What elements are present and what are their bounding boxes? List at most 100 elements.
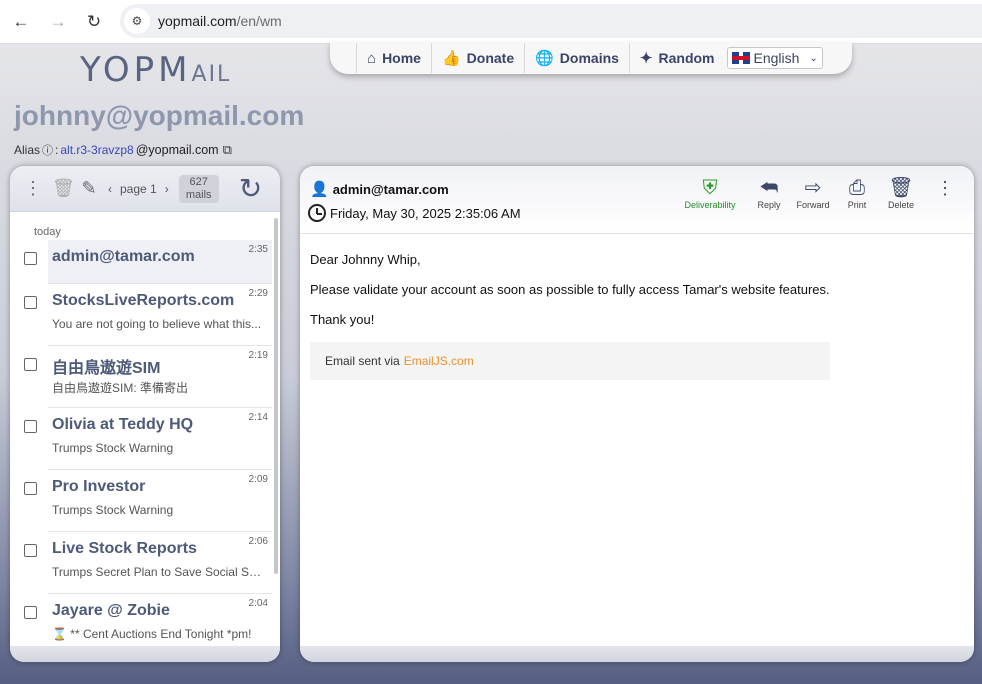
arrow-left-icon: ← (12, 12, 30, 31)
item-sender: Olivia at Teddy HQ (52, 416, 194, 433)
nav-random[interactable]: ✦ Random (628, 43, 725, 73)
mailbox-address: johnny@yopmail.com (14, 100, 305, 131)
email-footer-box: Email sent via EmailJS.com (310, 342, 830, 380)
select-checkbox[interactable] (24, 482, 37, 495)
alias-domain: @yopmail.com (135, 143, 219, 157)
back-button[interactable]: ← (8, 9, 34, 35)
inbox-scrollbar[interactable] (274, 218, 278, 574)
mail-actions: ⛨ Deliverability ⮪ Reply ⇨ Forward ⎙ Pri… (682, 176, 964, 210)
deliverability-button[interactable]: ⛨ Deliverability (682, 176, 738, 210)
reply-label: Reply (757, 200, 781, 210)
mail-from-address: admin@tamar.com (332, 181, 449, 197)
reply-button[interactable]: ⮪ Reply (750, 176, 788, 210)
mail-view-panel: 👤 admin@tamar.com Friday, May 30, 2025 2… (300, 166, 974, 662)
url-text[interactable]: yopmail.com/en/wm (158, 13, 282, 29)
nav-domains[interactable]: 🌐 Domains (524, 43, 629, 73)
item-time: 2:19 (248, 350, 268, 361)
more-vertical-icon[interactable]: ⋮ (24, 178, 42, 199)
day-label: today (34, 226, 61, 238)
reload-button[interactable]: ↻ (81, 9, 107, 35)
mail-body: Dear Johnny Whip, Please validate your a… (300, 234, 974, 398)
select-checkbox[interactable] (24, 252, 37, 265)
forward-icon: ⇨ (804, 177, 822, 199)
inbox-item[interactable]: Live Stock Reports 2:06 Trumps Secret Pl… (24, 532, 272, 594)
shield-check-icon: ⛨ (702, 177, 718, 199)
select-checkbox[interactable] (24, 358, 37, 371)
alias-label: Alias (14, 143, 41, 157)
mail-count-badge: 627 mails (178, 174, 219, 203)
pager: ‹ page 1 › (108, 182, 169, 196)
copy-icon[interactable]: ⧉ (223, 142, 232, 158)
item-time: 2:06 (248, 536, 268, 547)
alias-value[interactable]: alt.r3-3ravzp8 (60, 143, 133, 157)
page-label: page 1 (120, 181, 157, 196)
nav-random-label: Random (658, 50, 715, 66)
magic-wand-icon: ✦ (639, 50, 653, 67)
reply-icon: ⮪ (759, 177, 779, 199)
forward-button[interactable]: → (45, 9, 71, 35)
site-settings-icon[interactable]: ⚙ (124, 8, 150, 34)
item-preview: Trumps Stock Warning (52, 503, 174, 517)
mail-count-unit: mails (185, 188, 212, 201)
delete-label: Delete (887, 200, 914, 210)
logo-text-small: AIL (191, 62, 232, 87)
yopmail-logo[interactable]: YOPMAIL (80, 50, 231, 90)
item-time: 2:35 (248, 244, 268, 255)
item-time: 2:09 (248, 474, 268, 485)
inbox-item[interactable]: StocksLiveReports.com 2:29 You are not g… (24, 284, 272, 346)
deliverability-label: Deliverability (684, 200, 736, 210)
uk-flag-icon (731, 52, 750, 64)
inbox-toolbar: ⋮ 🗑 ✎ ‹ page 1 › 627 mails ↻ (10, 166, 280, 212)
compose-pencil-icon[interactable]: ✎ (80, 178, 98, 199)
nav-donate-label: Donate (466, 50, 515, 66)
mail-footer (300, 646, 974, 662)
nav-donate[interactable]: 👍 Donate (430, 43, 524, 73)
item-sender: StocksLiveReports.com (52, 292, 235, 309)
url-host: yopmail.com (158, 13, 237, 29)
more-vertical-icon: ⋮ (936, 178, 954, 198)
select-checkbox[interactable] (24, 606, 37, 619)
nav-home[interactable]: ⌂ Home (356, 43, 431, 73)
refresh-icon[interactable]: ↻ (239, 172, 262, 205)
mail-header: 👤 admin@tamar.com Friday, May 30, 2025 2… (300, 166, 974, 234)
item-preview: 自由鳥遨遊SIM: 準備寄出 (52, 381, 189, 395)
item-sender: Pro Investor (52, 478, 146, 495)
home-icon: ⌂ (367, 49, 377, 67)
language-select[interactable]: English ⌄ (726, 47, 823, 69)
inbox-footer (10, 646, 280, 662)
inbox-item[interactable]: 自由鳥遨遊SIM 2:19 自由鳥遨遊SIM: 準備寄出 (24, 346, 272, 408)
mail-count: 627 (189, 175, 208, 188)
prev-page-icon[interactable]: ‹ (108, 182, 112, 196)
alias-line: Alias ⓘ : alt.r3-3ravzp8 @yopmail.com ⧉ (14, 142, 232, 158)
forward-button[interactable]: ⇨ Forward (794, 176, 832, 210)
select-checkbox[interactable] (24, 420, 37, 433)
next-page-icon[interactable]: › (165, 182, 169, 196)
trash-icon[interactable]: 🗑 (52, 178, 75, 199)
inbox-item[interactable]: Olivia at Teddy HQ 2:14 Trumps Stock War… (24, 408, 272, 470)
inbox-item[interactable]: admin@tamar.com 2:35 (24, 240, 272, 284)
inbox-panel: ⋮ 🗑 ✎ ‹ page 1 › 627 mails ↻ today admin@… (10, 166, 280, 662)
browser-toolbar: ← → ↻ ⚙ yopmail.com/en/wm (0, 0, 982, 44)
clock-icon (308, 204, 326, 222)
language-label: English (753, 50, 800, 66)
select-checkbox[interactable] (24, 544, 37, 557)
emailjs-link[interactable]: EmailJS.com (404, 354, 474, 368)
mail-date: Friday, May 30, 2025 2:35:06 AM (308, 204, 521, 222)
top-navigation: ⌂ Home 👍 Donate 🌐 Domains ✦ Random English ⌄ (330, 42, 852, 74)
address-bar[interactable]: ⚙ yopmail.com/en/wm (120, 4, 982, 38)
url-path: /en/wm (236, 13, 282, 29)
delete-button[interactable]: 🗑 Delete (882, 176, 920, 210)
print-button[interactable]: ⎙ Print (838, 176, 876, 210)
mail-from: 👤 admin@tamar.com (310, 180, 449, 198)
body-greeting: Dear Johnny Whip, (310, 252, 421, 267)
select-checkbox[interactable] (24, 296, 37, 309)
item-sender: 自由鳥遨遊SIM (52, 360, 161, 377)
footer-prefix: Email sent via (325, 354, 400, 368)
nav-home-label: Home (382, 50, 421, 66)
more-options-button[interactable]: ⋮ (926, 176, 964, 200)
info-icon[interactable]: ⓘ (42, 142, 53, 158)
alias-separator: : (55, 143, 59, 157)
inbox-item[interactable]: Pro Investor 2:09 Trumps Stock Warning (24, 470, 272, 532)
logo-text-main: YOPM (80, 50, 192, 90)
person-icon: 👤 (310, 181, 329, 198)
